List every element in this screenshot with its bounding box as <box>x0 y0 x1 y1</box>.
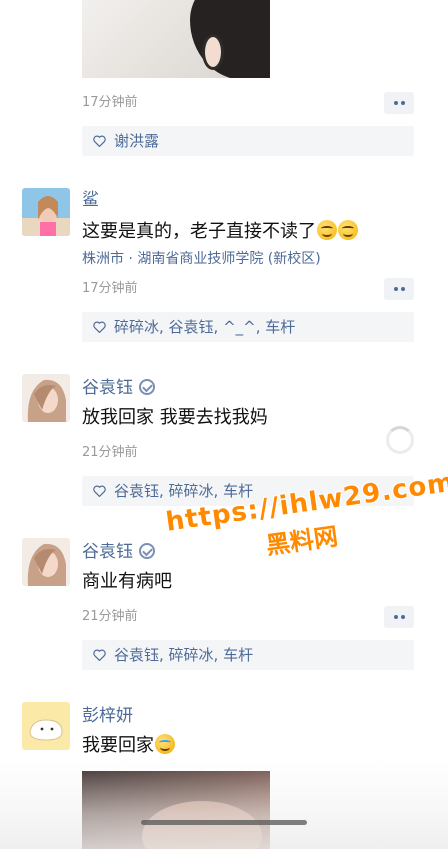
post-time: 17分钟前 <box>82 95 138 110</box>
comment-text: 这要是真的，老子直接不读了 <box>82 221 316 242</box>
loading-spinner-icon <box>386 426 414 454</box>
likes-names[interactable]: 谢洪露 <box>114 131 159 151</box>
post-image-top[interactable] <box>82 0 270 78</box>
more-options-button[interactable] <box>384 278 414 300</box>
comment-username[interactable]: 谷袁钰 <box>82 542 155 562</box>
likes-names[interactable]: 碎碎冰, 谷袁钰, ^_^, 车杆 <box>114 317 295 337</box>
comment-username[interactable]: 谷袁钰 <box>82 378 155 398</box>
avatar[interactable] <box>22 702 70 750</box>
likes-bar[interactable]: 谢洪露 <box>82 126 414 156</box>
crying-emoji-icon <box>155 734 175 754</box>
username-text[interactable]: 谷袁钰 <box>82 542 133 562</box>
heart-icon <box>93 321 106 333</box>
username-text[interactable]: 彭梓妍 <box>82 706 133 726</box>
avatar[interactable] <box>22 538 70 586</box>
comment-location[interactable]: 株洲市 · 湖南省商业技师学院 (新校区) <box>82 250 321 268</box>
avatar-image <box>22 702 70 750</box>
more-options-button[interactable] <box>384 606 414 628</box>
verified-icon <box>139 379 155 395</box>
comment-time: 21分钟前 <box>82 445 138 460</box>
comment-content: 放我回家 我要去找我妈 <box>82 407 268 428</box>
comment-content: 我要回家 <box>82 734 175 758</box>
verified-icon <box>139 543 155 559</box>
comment-username[interactable]: 彭梓妍 <box>82 706 133 726</box>
heart-icon <box>93 485 106 497</box>
smile-emoji-icon <box>338 220 358 240</box>
smile-emoji-icon <box>317 220 337 240</box>
likes-bar[interactable]: 谷袁钰, 碎碎冰, 车杆 <box>82 640 414 670</box>
comment-content: 商业有病吧 <box>82 571 172 592</box>
heart-icon <box>93 135 106 147</box>
comment-time: 21分钟前 <box>82 609 138 624</box>
photo-hair <box>190 0 270 78</box>
comment-time: 17分钟前 <box>82 281 138 296</box>
likes-bar[interactable]: 碎碎冰, 谷袁钰, ^_^, 车杆 <box>82 312 414 342</box>
avatar-image <box>22 538 70 586</box>
likes-names[interactable]: 谷袁钰, 碎碎冰, 车杆 <box>114 481 253 501</box>
avatar-image <box>22 188 70 236</box>
username-text[interactable]: 谷袁钰 <box>82 378 133 398</box>
comment-username[interactable]: 鲨 <box>82 190 99 210</box>
username-text[interactable]: 鲨 <box>82 190 99 210</box>
avatar[interactable] <box>22 188 70 236</box>
more-options-button[interactable] <box>384 92 414 114</box>
avatar-image <box>22 374 70 422</box>
avatar[interactable] <box>22 374 70 422</box>
likes-names[interactable]: 谷袁钰, 碎碎冰, 车杆 <box>114 645 253 665</box>
photo-ear <box>202 34 224 70</box>
comment-text: 我要回家 <box>82 735 154 756</box>
post-image-bottom[interactable] <box>82 771 270 849</box>
heart-icon <box>93 649 106 661</box>
comment-content: 这要是真的，老子直接不读了 <box>82 220 358 244</box>
likes-bar[interactable]: 谷袁钰, 碎碎冰, 车杆 <box>82 476 414 506</box>
home-indicator[interactable] <box>141 820 307 825</box>
watermark-name: 黑料网 <box>264 522 340 560</box>
photo-face <box>142 801 262 849</box>
